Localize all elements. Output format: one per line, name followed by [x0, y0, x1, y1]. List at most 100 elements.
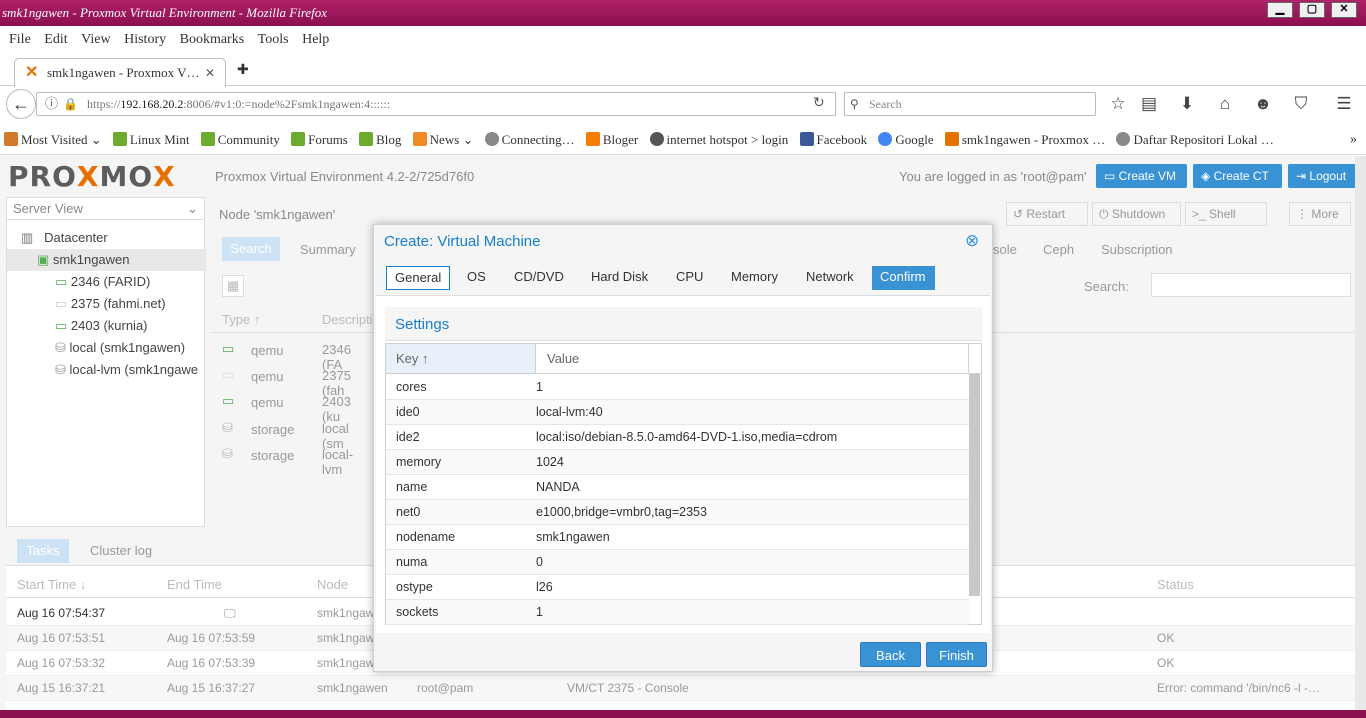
col-key[interactable]: Key ↑ — [386, 344, 536, 373]
hamburger-menu-icon[interactable]: ☰ — [1333, 94, 1355, 114]
shell-button[interactable]: >_ Shell — [1185, 202, 1267, 226]
bookmark-item[interactable]: Daftar Repositori Lokal … — [1116, 125, 1274, 154]
reading-list-icon[interactable]: ▤ — [1138, 94, 1160, 114]
pocket-icon[interactable]: ⛉ — [1290, 94, 1312, 114]
logout-button[interactable]: ⇥ Logout — [1288, 164, 1359, 188]
download-icon[interactable]: ⬇ — [1176, 94, 1198, 114]
table-row[interactable]: name NANDA — [386, 475, 969, 500]
bookmark-item[interactable]: News ⌄ — [412, 125, 473, 154]
table-row[interactable]: net0 e1000,bridge=vmbr0,tag=2353 — [386, 500, 969, 525]
table-row[interactable]: memory 1024 — [386, 450, 969, 475]
tab-console[interactable]: sole — [993, 242, 1017, 257]
tab-cluster-log[interactable]: Cluster log — [90, 543, 152, 558]
back-arrow-icon[interactable]: ← — [6, 89, 36, 119]
tab-network[interactable]: Network — [798, 266, 862, 290]
table-row[interactable]: numa 0 — [386, 550, 969, 575]
table-row[interactable]: cores 1 — [386, 375, 969, 400]
col-type[interactable]: Type ↑ — [222, 312, 260, 327]
table-row[interactable]: ide2 local:iso/debian-8.5.0-amd64-DVD-1.i… — [386, 425, 969, 450]
menu-bookmarks[interactable]: Bookmarks — [180, 26, 245, 54]
tab-cd-dvd[interactable]: CD/DVD — [506, 266, 572, 290]
col-node[interactable]: Node — [317, 577, 348, 592]
col-end-time[interactable]: End Time — [167, 577, 222, 592]
star-icon[interactable]: ☆ — [1107, 94, 1129, 114]
browser-tab[interactable]: ✕ smk1ngawen - Proxmox V… ✕ — [14, 58, 226, 87]
menu-history[interactable]: History — [124, 26, 166, 54]
bookmark-item[interactable]: Blog — [359, 125, 401, 154]
tree-item-datacenter[interactable]: ▥ Datacenter — [7, 227, 206, 249]
tab-ceph[interactable]: Ceph — [1043, 242, 1074, 257]
page-scrollbar[interactable] — [1355, 156, 1366, 710]
minimize-button[interactable]: ▁ — [1267, 2, 1293, 18]
menu-file[interactable]: File — [9, 26, 31, 54]
menu-help[interactable]: Help — [302, 26, 329, 54]
table-row[interactable]: ⛁ storage local-lvm — [211, 442, 371, 477]
view-select[interactable]: Server View ⌄ — [7, 198, 204, 220]
table-row[interactable]: Aug 15 16:37:21 Aug 15 16:37:27 smk1ngawen… — [6, 676, 1360, 701]
bookmark-item[interactable]: Community — [200, 125, 280, 154]
tab-os[interactable]: OS — [459, 266, 494, 290]
close-window-button[interactable]: ✕ — [1331, 2, 1357, 18]
lock-warning-icon[interactable]: 🔒 — [63, 93, 78, 115]
tab-general[interactable]: General — [386, 266, 451, 290]
tree-item-storage[interactable]: ⛁ local (smk1ngawen) — [7, 337, 206, 359]
bookmark-item[interactable]: Linux Mint — [112, 125, 190, 154]
tree-item-vm[interactable]: ▭ 2403 (kurnia) — [7, 315, 206, 337]
menu-edit[interactable]: Edit — [44, 26, 67, 54]
tree-item-vm[interactable]: ▭ 2346 (FARID) — [7, 271, 206, 293]
bookmark-item[interactable]: Facebook — [799, 125, 867, 154]
bookmarks-overflow-icon[interactable]: » — [1350, 125, 1357, 154]
columns-toggle-icon[interactable]: ▦ — [222, 275, 244, 297]
tree-item-storage[interactable]: ⛁ local-lvm (smk1ngawe — [7, 359, 206, 381]
search-input[interactable]: ⚲ Search — [844, 92, 1096, 116]
bookmark-item[interactable]: Google — [878, 125, 934, 154]
bookmark-item[interactable]: Most Visited ⌄ — [4, 125, 102, 154]
table-row[interactable]: ⛁ storage local (sm — [211, 416, 371, 451]
dialog-close-icon[interactable]: ⊗ — [965, 231, 979, 251]
shutdown-button[interactable]: ⏻ Shutdown — [1092, 202, 1181, 226]
menu-view[interactable]: View — [81, 26, 110, 54]
table-row[interactable]: nodename smk1ngawen — [386, 525, 969, 550]
bookmark-item[interactable]: internet hotspot > login — [649, 125, 788, 154]
tab-subscription[interactable]: Subscription — [1101, 242, 1173, 257]
tab-hard-disk[interactable]: Hard Disk — [583, 266, 656, 290]
new-tab-icon[interactable]: ✚ — [237, 61, 249, 78]
tab-memory[interactable]: Memory — [723, 266, 786, 290]
table-row[interactable]: ▭ qemu 2375 (fah — [211, 363, 371, 398]
emoji-icon[interactable]: ☻ — [1252, 94, 1274, 114]
table-row[interactable]: ▭ qemu 2346 (FA — [211, 337, 371, 372]
info-icon[interactable]: ⓘ — [45, 93, 58, 115]
col-status[interactable]: Status — [1157, 577, 1194, 592]
tab-search[interactable]: Search — [222, 237, 280, 261]
table-row[interactable]: sockets 1 — [386, 600, 969, 625]
tab-confirm[interactable]: Confirm — [872, 266, 935, 290]
tree-item-vm[interactable]: ▭ 2375 (fahmi.net) — [7, 293, 206, 315]
tab-summary[interactable]: Summary — [300, 242, 356, 257]
restart-button[interactable]: ↺ Restart — [1006, 202, 1088, 226]
home-icon[interactable]: ⌂ — [1214, 94, 1236, 114]
bookmark-item[interactable]: Forums — [291, 125, 348, 154]
tab-tasks[interactable]: Tasks — [17, 539, 69, 563]
node-search-input[interactable] — [1151, 273, 1351, 297]
create-vm-button[interactable]: ▭ Create VM — [1096, 164, 1187, 188]
col-description[interactable]: Descripti — [322, 312, 373, 327]
more-button[interactable]: ⋮ More — [1289, 202, 1351, 226]
col-value[interactable]: Value — [537, 344, 969, 373]
menu-tools[interactable]: Tools — [258, 26, 289, 54]
grid-scrollbar[interactable] — [969, 374, 980, 596]
maximize-button[interactable]: ▢ — [1299, 2, 1325, 18]
bookmark-item[interactable]: smk1ngawen - Proxmox … — [944, 125, 1105, 154]
reload-icon[interactable]: ↻ — [813, 93, 825, 115]
table-row[interactable]: ide0 local-lvm:40 — [386, 400, 969, 425]
finish-button[interactable]: Finish — [926, 642, 987, 667]
table-row[interactable]: ▭ qemu 2403 (ku — [211, 389, 371, 424]
bookmark-item[interactable]: Connecting… — [484, 125, 575, 154]
tree-item-node[interactable]: ▣ smk1ngawen — [7, 249, 206, 271]
create-ct-button[interactable]: ◈ Create CT — [1193, 164, 1282, 188]
col-start-time[interactable]: Start Time ↓ — [17, 577, 86, 592]
tab-close-icon[interactable]: ✕ — [205, 59, 215, 87]
tab-cpu[interactable]: CPU — [668, 266, 711, 290]
table-row[interactable]: ostype l26 — [386, 575, 969, 600]
bookmark-item[interactable]: Bloger — [585, 125, 638, 154]
back-button[interactable]: Back — [860, 642, 921, 667]
